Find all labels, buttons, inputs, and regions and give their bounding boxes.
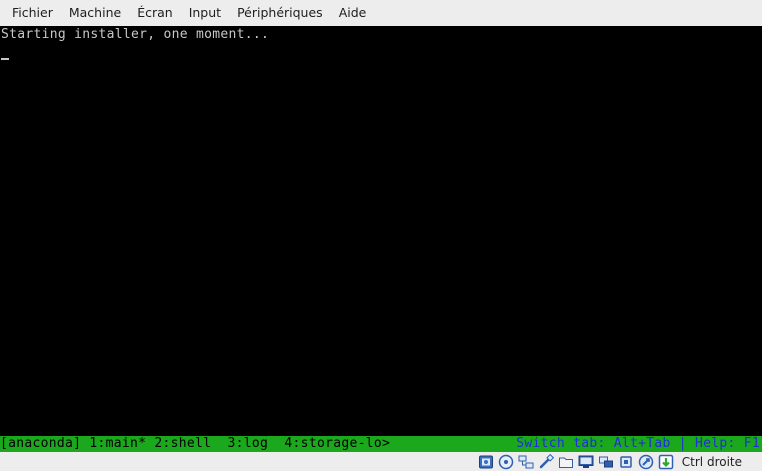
tmux-window-list: [anaconda] 1:main* 2:shell 3:log 4:stora…	[0, 436, 391, 451]
optical-drive-icon[interactable]	[498, 454, 515, 470]
text-cursor	[1, 58, 9, 60]
menu-machine[interactable]: Machine	[61, 0, 129, 26]
keyboard-capture-icon[interactable]	[658, 454, 675, 470]
mouse-integration-icon[interactable]	[638, 454, 655, 470]
menu-ecran[interactable]: Écran	[129, 0, 181, 26]
menu-fichier[interactable]: Fichier	[4, 0, 61, 26]
usb-icon[interactable]	[538, 453, 555, 470]
host-key-label: Ctrl droite	[681, 454, 742, 469]
video-capture-icon[interactable]	[598, 454, 615, 470]
network-icon[interactable]	[518, 454, 535, 470]
tmux-help-hint: Switch tab: Alt+Tab | Help: F1	[516, 436, 760, 451]
menu-aide[interactable]: Aide	[331, 0, 375, 26]
cpu-icon[interactable]	[618, 454, 635, 470]
shared-folders-icon[interactable]	[558, 454, 575, 470]
menu-peripheriques[interactable]: Périphériques	[229, 0, 331, 26]
guest-screen[interactable]: Starting installer, one moment...	[0, 26, 762, 436]
console-output-line: Starting installer, one moment...	[1, 27, 270, 42]
vm-status-bar: Ctrl droite	[0, 452, 762, 471]
display-icon[interactable]	[578, 454, 595, 470]
menu-bar: Fichier Machine Écran Input Périphérique…	[0, 0, 762, 26]
tmux-status-bar: [anaconda] 1:main* 2:shell 3:log 4:stora…	[0, 436, 762, 452]
menu-input[interactable]: Input	[181, 0, 229, 26]
hard-disk-icon[interactable]	[478, 454, 495, 470]
